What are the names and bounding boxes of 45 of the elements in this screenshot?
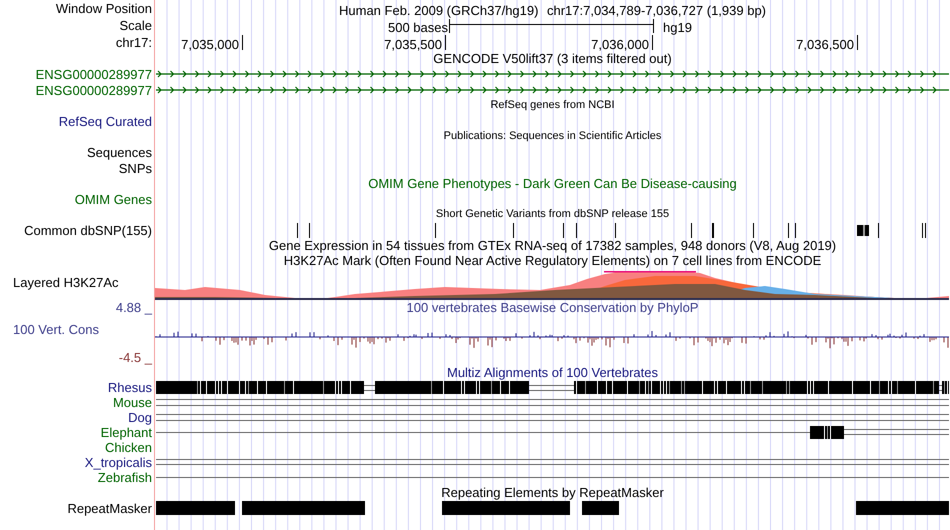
- ruler-tick: [857, 35, 858, 50]
- track-label: Elephant: [100, 426, 152, 439]
- track-label: X_tropicalis: [84, 456, 152, 469]
- track-label: ENSG00000289977: [36, 84, 152, 96]
- assembly-title: Human Feb. 2009 (GRCh37/hg19): [339, 2, 538, 20]
- track-title: GENCODE V50lift37 (3 items filtered out): [433, 52, 672, 65]
- track-title: Short Genetic Variants from dbSNP release 155: [436, 209, 670, 220]
- track-title: Publications: Sequences in Scientific Articles: [444, 131, 662, 142]
- track-label: Rhesus: [108, 381, 152, 394]
- ruler-tick: [445, 35, 446, 50]
- scale-bar-icon: [449, 19, 654, 33]
- track-label: Mouse: [112, 396, 152, 409]
- ruler-label: 7,035,500: [384, 36, 442, 54]
- track-label: Window Position: [56, 2, 152, 15]
- track-title: Multiz Alignments of 100 Vertebrates: [446, 366, 658, 379]
- track-title: H3K27Ac Mark (Often Found Near Active Regulatory Elements) on 7 cell lines from ENCODE: [284, 254, 822, 267]
- scale-text: 500 bases: [388, 19, 448, 37]
- track-label: Common dbSNP(155): [24, 224, 152, 236]
- track-label: Dog: [128, 411, 152, 424]
- track-label: chr17:: [116, 36, 152, 49]
- track-title: 100 vertebrates Basewise Conservation by PhyloP: [406, 301, 698, 314]
- ruler-label: 7,035,000: [181, 36, 239, 54]
- track-label: Zebrafish: [98, 471, 152, 484]
- track-title: RefSeq genes from NCBI: [490, 100, 615, 111]
- track-label: Sequences: [86, 146, 152, 158]
- track-title: Repeating Elements by RepeatMasker: [441, 486, 664, 499]
- ruler-tick: [652, 35, 653, 50]
- track-title: OMIM Gene Phenotypes - Dark Green Can Be Disease-causing: [368, 177, 737, 190]
- track-label: ENSG00000289977: [36, 68, 152, 80]
- ruler-tick: [242, 35, 243, 50]
- track-label: Scale: [119, 19, 152, 32]
- ruler-label: 7,036,500: [796, 36, 854, 54]
- assembly-name: hg19: [663, 19, 692, 37]
- track-label: Chicken: [105, 441, 152, 454]
- track-label: 100 Vert. Cons: [13, 323, 99, 336]
- track-label: RepeatMasker: [67, 502, 152, 514]
- track-title: Gene Expression in 54 tissues from GTEx RNA-seq of 17382 samples, 948 donors (V8, Aug 2019): [268, 239, 836, 252]
- track-label: 4.88 _: [116, 301, 152, 314]
- track-label: OMIM Genes: [74, 192, 152, 206]
- position-text: chr17:7,034,789-7,036,727 (1,939 bp): [547, 2, 766, 20]
- ruler-label: 7,036,000: [591, 36, 649, 54]
- track-label: SNPs: [118, 162, 152, 174]
- track-label: RefSeq Curated: [58, 114, 152, 128]
- track-label: Layered H3K27Ac: [13, 276, 119, 289]
- track-label: -4.5 _: [118, 350, 152, 364]
